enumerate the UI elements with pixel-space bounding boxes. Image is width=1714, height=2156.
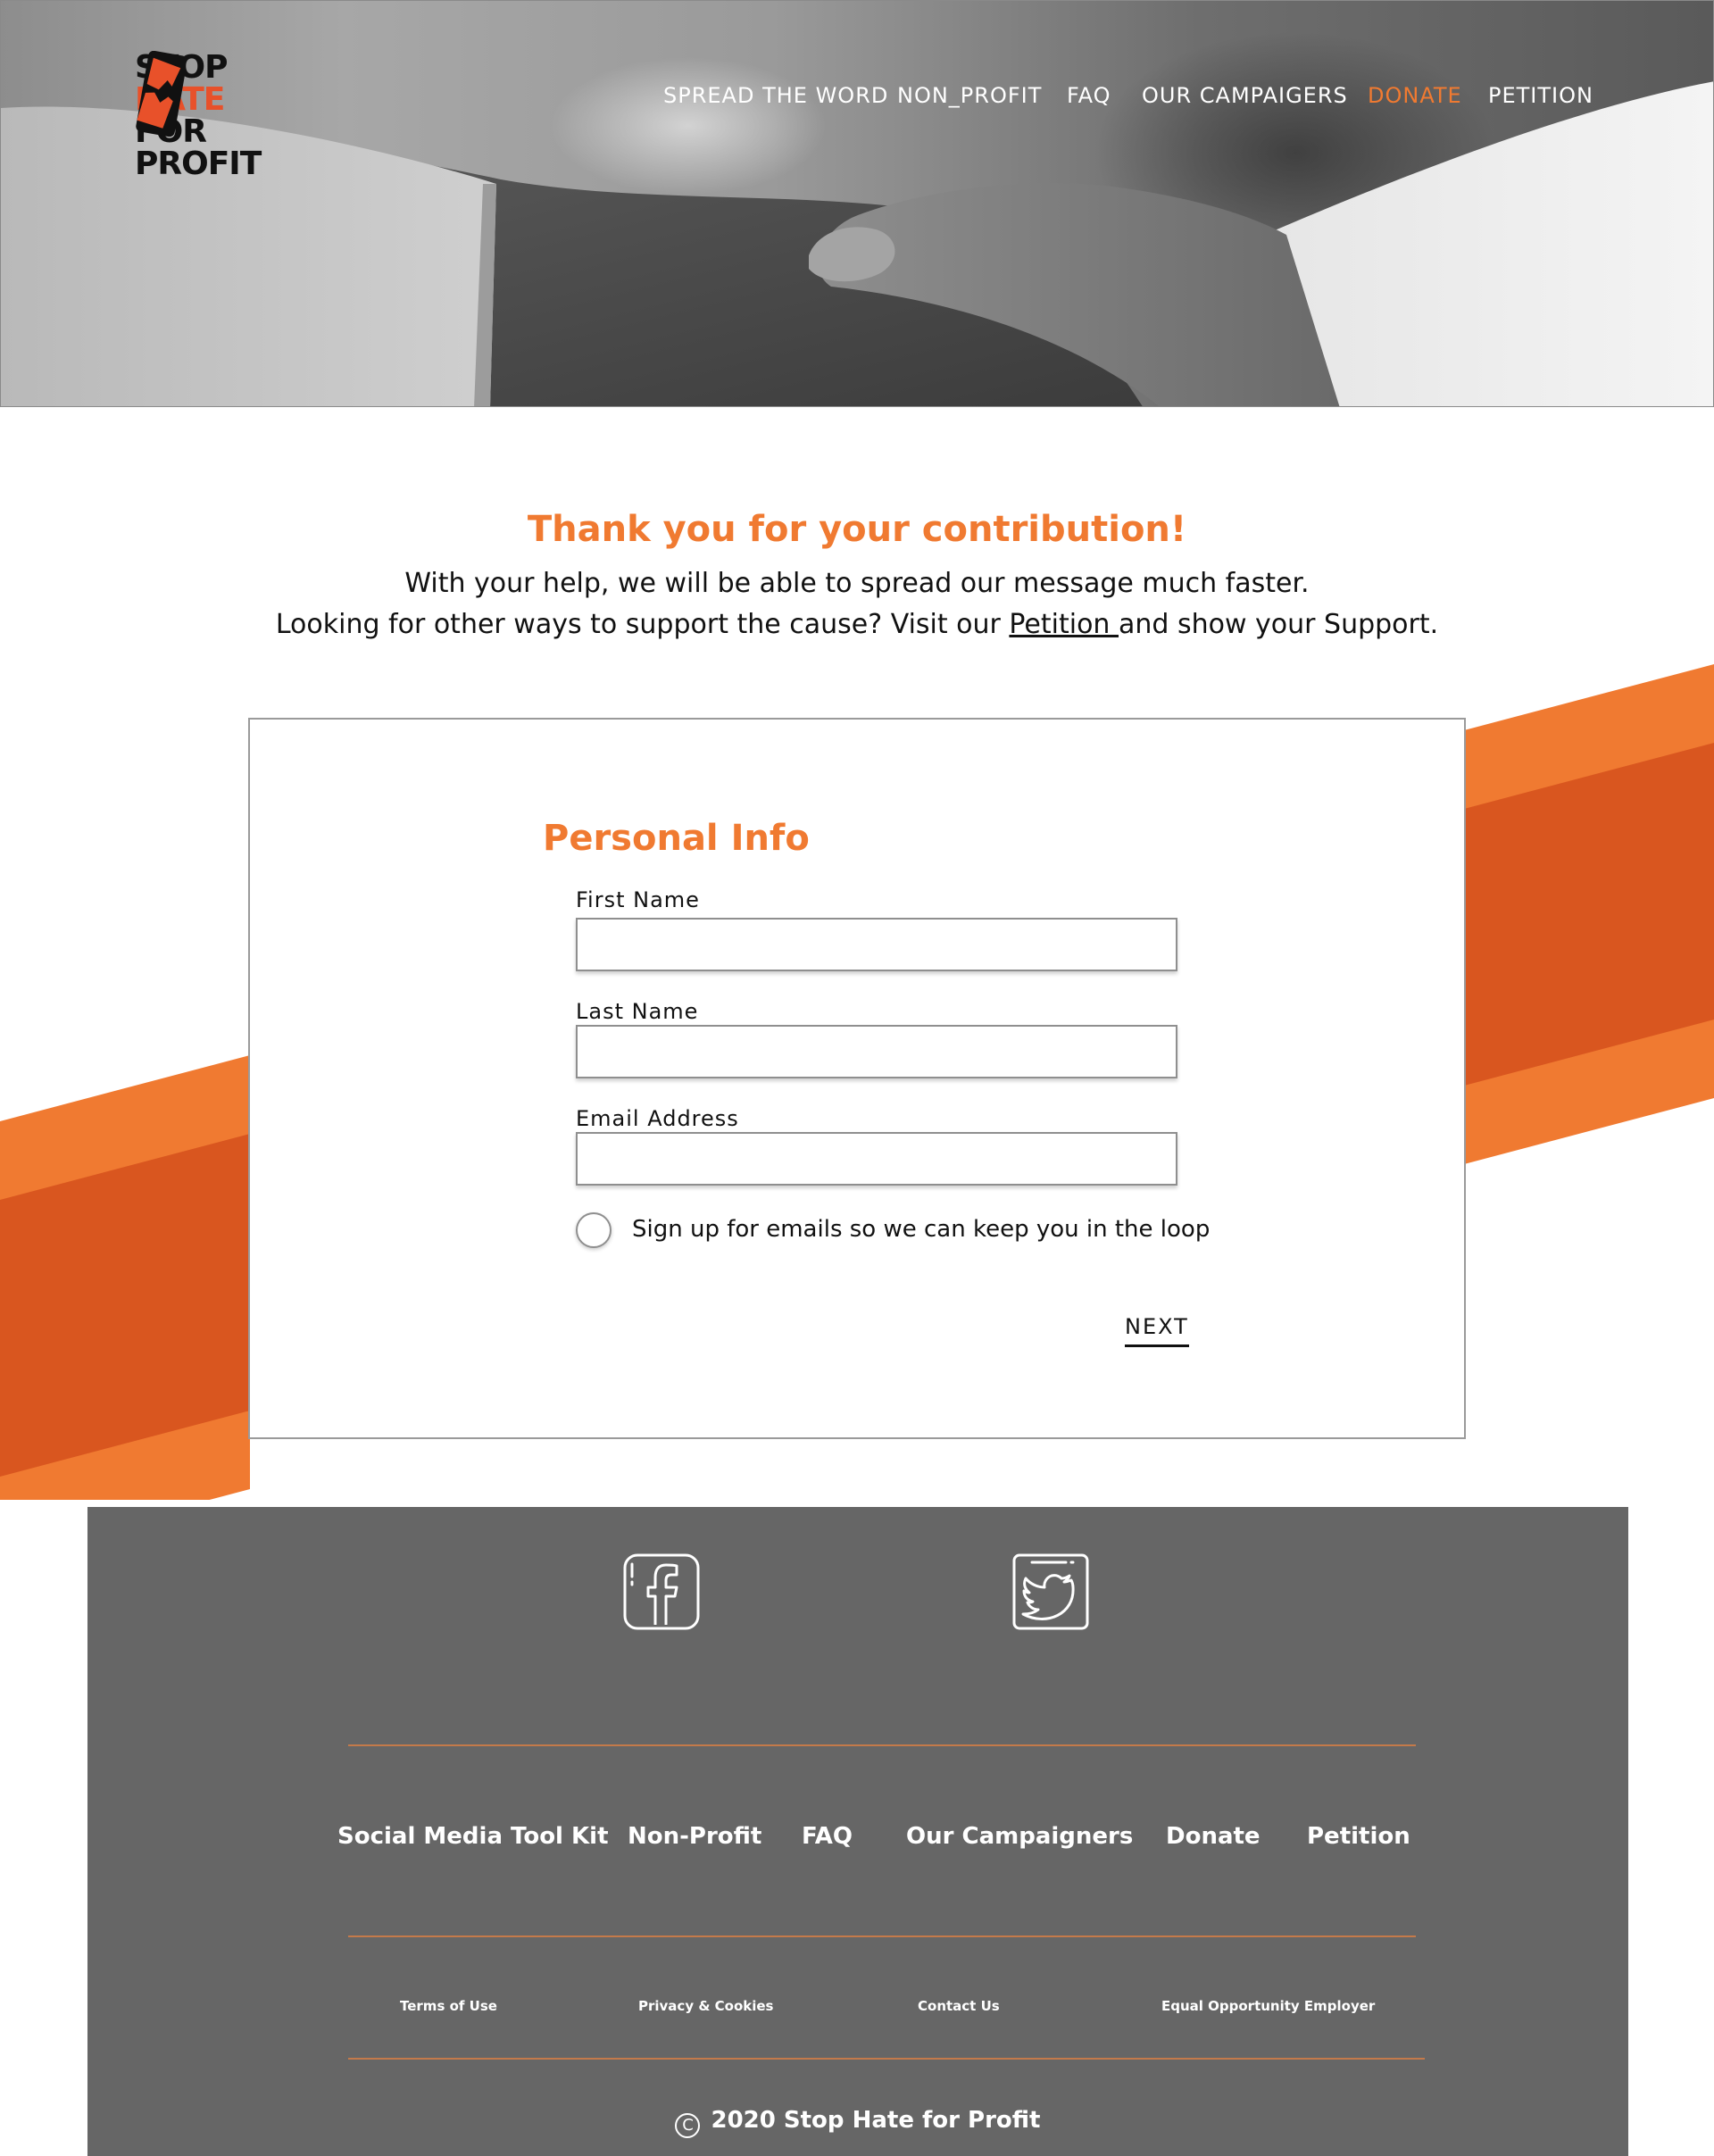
copyright: C 2020 Stop Hate for Profit <box>87 2107 1628 2138</box>
email-signup-checkbox[interactable] <box>576 1212 612 1248</box>
last-name-label: Last Name <box>576 999 699 1024</box>
personal-info-title: Personal Info <box>543 818 810 859</box>
thank-you-heading: Thank you for your contribution! <box>527 509 1187 550</box>
footer-divider-3 <box>348 2058 1425 2060</box>
main-nav: SPREAD THE WORD NON_PROFIT FAQ OUR CAMPA… <box>1 83 1713 115</box>
logo-word-profit: PROFIT <box>135 146 262 182</box>
footer-link-our-campaigners[interactable]: Our Campaigners <box>906 1823 1133 1850</box>
footer-link-contact[interactable]: Contact Us <box>918 1998 1000 2014</box>
email-label: Email Address <box>576 1106 739 1131</box>
footer-link-equal-opportunity[interactable]: Equal Opportunity Employer <box>1161 1998 1375 2014</box>
petition-link[interactable]: Petition <box>1009 609 1119 640</box>
last-name-input[interactable] <box>576 1025 1177 1078</box>
email-signup-label: Sign up for emails so we can keep you in… <box>632 1216 1211 1243</box>
footer-link-terms[interactable]: Terms of Use <box>400 1998 497 2014</box>
site-footer: Social Media Tool Kit Non-Profit FAQ Our… <box>87 1507 1628 2156</box>
site-logo[interactable]: STOP HATE FOR PROFIT <box>135 51 291 185</box>
footer-divider-1 <box>348 1744 1416 1746</box>
first-name-label: First Name <box>576 887 700 912</box>
intro-line-2-after: and show your Support. <box>1118 609 1439 640</box>
nav-non-profit[interactable]: NON_PROFIT <box>897 83 1042 108</box>
nav-spread-the-word[interactable]: SPREAD THE WORD <box>663 83 888 108</box>
intro-line-1: With your help, we will be able to sprea… <box>404 568 1310 599</box>
footer-link-donate[interactable]: Donate <box>1166 1823 1261 1850</box>
twitter-icon[interactable] <box>1012 1553 1089 1630</box>
personal-info-card: Personal Info First Name Last Name Email… <box>248 718 1466 1439</box>
next-button[interactable]: NEXT <box>1125 1314 1189 1347</box>
nav-our-campaigers[interactable]: OUR CAMPAIGERS <box>1142 83 1348 108</box>
nav-faq[interactable]: FAQ <box>1067 83 1111 108</box>
footer-divider-2 <box>348 1935 1416 1937</box>
hero-banner: STOP HATE FOR PROFIT SPREAD THE WORD NON… <box>0 0 1714 407</box>
copyright-icon: C <box>675 2113 701 2138</box>
footer-link-privacy[interactable]: Privacy & Cookies <box>638 1998 773 2014</box>
email-input[interactable] <box>576 1132 1177 1186</box>
facebook-icon[interactable] <box>623 1553 700 1630</box>
nav-petition[interactable]: PETITION <box>1488 83 1593 108</box>
intro-line-2: Looking for other ways to support the ca… <box>0 609 1714 640</box>
copyright-text: 2020 Stop Hate for Profit <box>711 2107 1041 2134</box>
first-name-input[interactable] <box>576 918 1177 971</box>
footer-link-petition[interactable]: Petition <box>1307 1823 1410 1850</box>
footer-link-social-media-tool-kit[interactable]: Social Media Tool Kit <box>337 1823 609 1850</box>
nav-donate[interactable]: DONATE <box>1368 83 1462 108</box>
footer-link-non-profit[interactable]: Non-Profit <box>628 1823 761 1850</box>
intro-line-2-before: Looking for other ways to support the ca… <box>275 609 1010 640</box>
footer-link-faq[interactable]: FAQ <box>802 1823 853 1850</box>
